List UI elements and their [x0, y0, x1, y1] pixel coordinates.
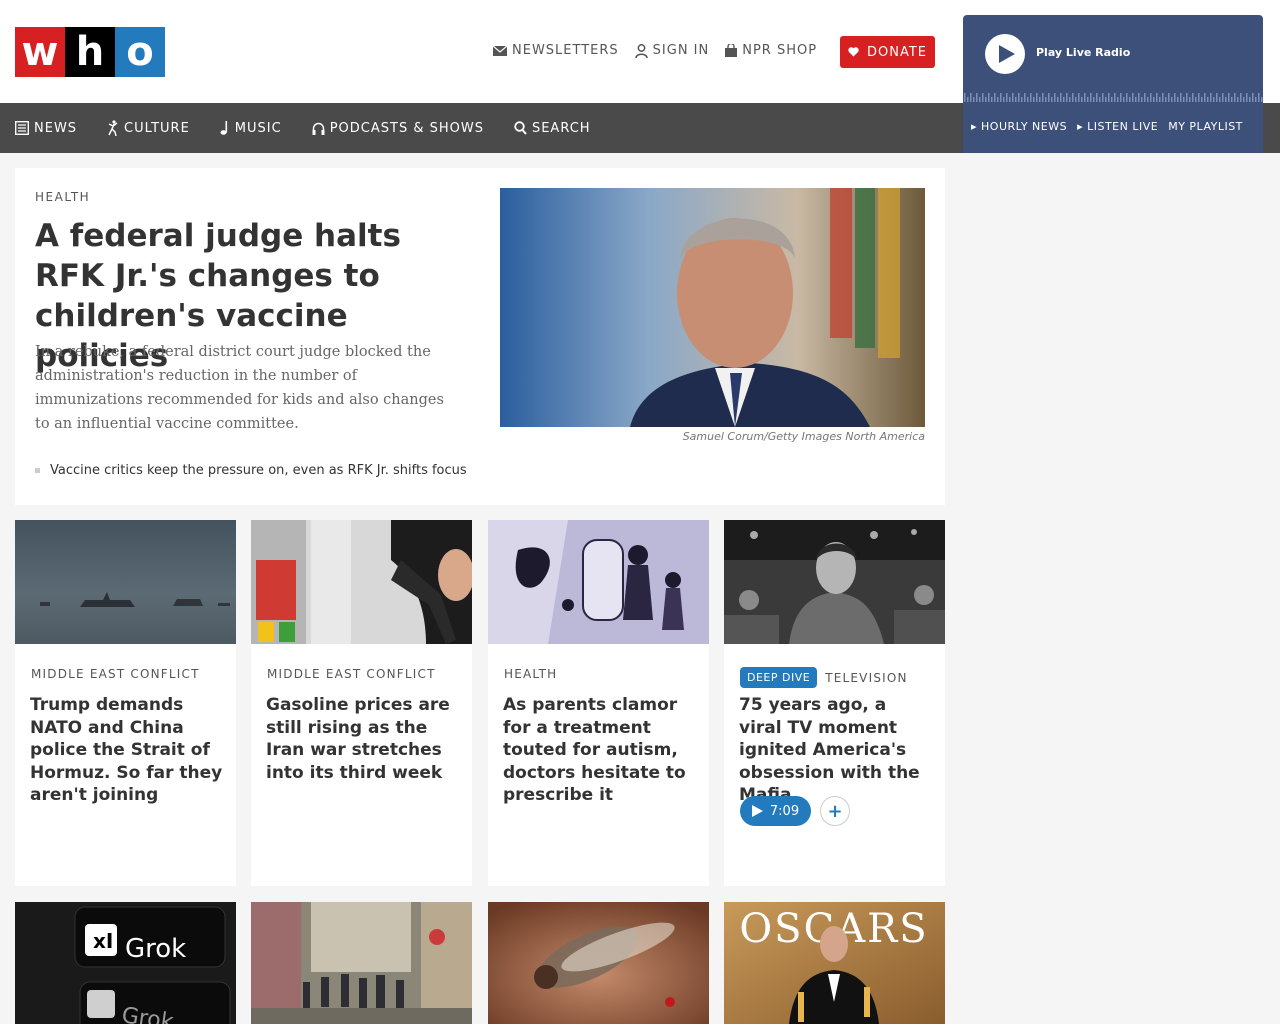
audio-controls: 7:09 +: [740, 796, 850, 826]
grok-text-top: Grok: [125, 934, 186, 964]
story-slug[interactable]: MIDDLE EAST CONFLICT: [31, 667, 200, 681]
story-title[interactable]: Gasoline prices are still rising as the …: [266, 694, 461, 784]
heart-icon: [848, 47, 859, 57]
audio-waveform-decoration: [963, 88, 1263, 102]
nav-item-news[interactable]: NEWS: [15, 121, 77, 136]
add-to-playlist-button[interactable]: +: [820, 796, 850, 826]
oscars-winner-photo: OSCARS: [724, 902, 945, 1024]
svg-text:xI: xI: [93, 929, 113, 953]
story-slug[interactable]: HEALTH: [504, 667, 557, 681]
audio-duration: 7:09: [769, 803, 800, 819]
lead-image-credit: Samuel Corum/Getty Images North America: [682, 430, 925, 443]
nav-bar-extension: [1263, 103, 1280, 153]
story-image[interactable]: [724, 520, 945, 644]
listen-live-label: LISTEN LIVE: [1087, 120, 1159, 133]
ships-at-sea-photo: [15, 520, 236, 644]
nav-item-label: MUSIC: [234, 120, 282, 136]
hourly-news-link[interactable]: ▸ HOURLY NEWS: [971, 120, 1067, 133]
site-logo[interactable]: w h o: [15, 27, 165, 77]
donate-label: DONATE: [866, 44, 927, 60]
envelope-icon: [493, 45, 507, 56]
my-playlist-label: MY PLAYLIST: [1168, 120, 1243, 133]
story-image[interactable]: [488, 520, 709, 644]
story-card[interactable]: MIDDLE EAST CONFLICT Gasoline prices are…: [251, 520, 472, 886]
play-live-radio-label: Play Live Radio: [1036, 46, 1131, 59]
story-slug-row: DEEP DIVE TELEVISION: [740, 667, 908, 688]
story-image[interactable]: [251, 520, 472, 644]
npr-shop-label: NPR SHOP: [742, 43, 818, 58]
story-card[interactable]: MIDDLE EAST CONFLICT Trump demands NATO …: [15, 520, 236, 886]
nav-item-culture[interactable]: CULTURE: [107, 120, 190, 136]
nav-item-search[interactable]: SEARCH: [514, 121, 591, 136]
music-note-icon: [220, 121, 227, 135]
story-card[interactable]: HEALTH As parents clamor for a treatment…: [488, 520, 709, 886]
newsletters-label: NEWSLETTERS: [512, 43, 619, 58]
npr-shop-link[interactable]: NPR SHOP: [725, 43, 817, 58]
story-image-card[interactable]: OSCARS: [724, 902, 945, 1024]
live-radio-player: Play Live Radio ▸ HOURLY NEWS ▸ LISTEN L…: [963, 15, 1263, 153]
logo-letter-w: w: [15, 27, 65, 77]
illustration-parents-photo: [488, 520, 709, 644]
nav-item-label: SEARCH: [531, 120, 591, 136]
logo-letter-h: h: [65, 27, 115, 77]
newsletters-link[interactable]: NEWSLETTERS: [493, 43, 619, 58]
fly-closeup-photo: [488, 902, 709, 1024]
black-white-hearing-photo: [724, 520, 945, 644]
story-slug[interactable]: TELEVISION: [825, 671, 908, 685]
donate-button[interactable]: DONATE: [840, 36, 935, 68]
utility-links: NEWSLETTERS SIGN IN NPR SHOP: [493, 43, 817, 58]
play-live-radio-button[interactable]: [985, 34, 1025, 74]
story-title[interactable]: 75 years ago, a viral TV moment ignited …: [739, 694, 934, 807]
play-icon: [751, 805, 763, 817]
newspaper-icon: [15, 121, 29, 135]
main-navigation: NEWS CULTURE MUSIC PODCASTS & SHOWS SEAR…: [0, 103, 963, 153]
lead-related-link[interactable]: Vaccine critics keep the pressure on, ev…: [35, 463, 467, 478]
story-image-card[interactable]: [251, 902, 472, 1024]
play-audio-button[interactable]: 7:09: [740, 796, 811, 826]
logo-letter-o: o: [115, 27, 165, 77]
gas-pump-photo: [251, 520, 472, 644]
nav-item-music[interactable]: MUSIC: [220, 121, 282, 136]
lead-related-text: Vaccine critics keep the pressure on, ev…: [50, 463, 467, 478]
plus-icon: +: [827, 800, 843, 822]
sign-in-label: SIGN IN: [652, 43, 710, 58]
my-playlist-link[interactable]: MY PLAYLIST: [1168, 120, 1243, 133]
street-crowd-photo: [251, 902, 472, 1024]
lead-story: HEALTH A federal judge halts RFK Jr.'s c…: [15, 168, 945, 505]
story-image-card[interactable]: xI Grok Grok: [15, 902, 236, 1024]
listen-live-link[interactable]: ▸ LISTEN LIVE: [1077, 120, 1158, 133]
lead-story-slug[interactable]: HEALTH: [35, 190, 90, 204]
story-title[interactable]: Trump demands NATO and China police the …: [30, 694, 225, 807]
deep-dive-badge[interactable]: DEEP DIVE: [740, 667, 818, 688]
nav-item-podcasts-shows[interactable]: PODCASTS & SHOWS: [312, 121, 484, 136]
story-image-card[interactable]: [488, 902, 709, 1024]
user-icon: [634, 43, 648, 58]
story-image[interactable]: [15, 520, 236, 644]
player-links: ▸ HOURLY NEWS ▸ LISTEN LIVE MY PLAYLIST: [971, 120, 1243, 133]
play-icon: [998, 45, 1015, 63]
dancer-icon: [108, 120, 118, 136]
story-slug[interactable]: MIDDLE EAST CONFLICT: [267, 667, 436, 681]
lead-story-image[interactable]: [500, 188, 925, 427]
search-icon: [514, 121, 527, 135]
bullet-icon: [35, 468, 40, 473]
sign-in-link[interactable]: SIGN IN: [634, 43, 710, 58]
nav-item-label: CULTURE: [124, 120, 190, 136]
lead-story-teaser[interactable]: In a rebuke, a federal district court ju…: [35, 340, 455, 436]
hourly-news-label: HOURLY NEWS: [981, 120, 1068, 133]
grok-logo-photo: xI Grok Grok: [15, 902, 236, 1024]
shopping-bag-icon: [725, 44, 738, 57]
portrait-photo: [500, 188, 925, 427]
story-card[interactable]: DEEP DIVE TELEVISION 75 years ago, a vir…: [724, 520, 945, 886]
nav-item-label: NEWS: [34, 120, 78, 136]
story-title[interactable]: As parents clamor for a treatment touted…: [503, 694, 698, 807]
nav-item-label: PODCASTS & SHOWS: [329, 120, 484, 136]
headphones-icon: [312, 122, 325, 135]
